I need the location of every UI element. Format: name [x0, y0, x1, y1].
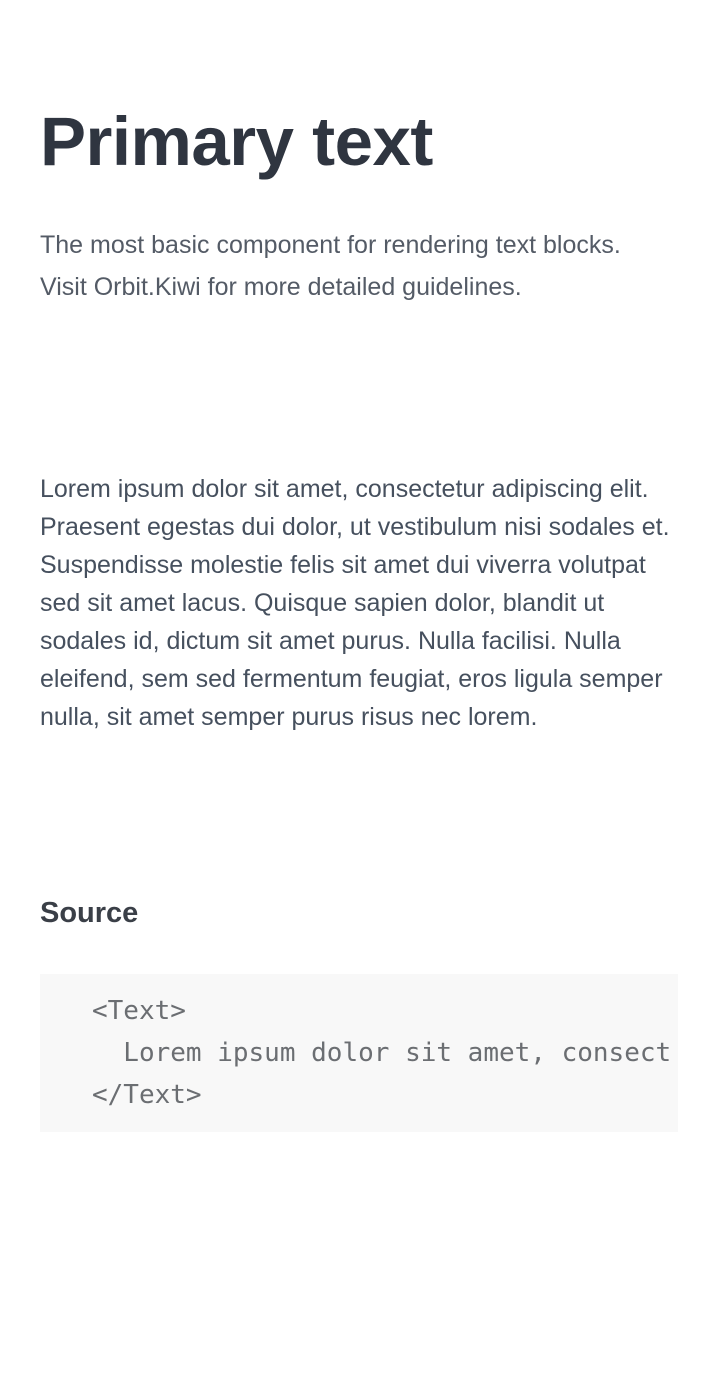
source-heading: Source: [40, 897, 139, 929]
source-code: <Text> Lorem ipsum dolor sit amet, conse…: [40, 974, 678, 1116]
code-line-close-tag: </Text>: [92, 1080, 202, 1110]
code-line-open-tag: <Text>: [92, 996, 186, 1026]
page-title: Primary text: [40, 103, 433, 180]
example-text-block: Lorem ipsum dolor sit amet, consectetur …: [40, 475, 670, 731]
code-line-content: Lorem ipsum dolor sit amet, consect: [92, 1038, 672, 1068]
source-code-block[interactable]: <Text> Lorem ipsum dolor sit amet, conse…: [40, 974, 678, 1132]
page-description: The most basic component for rendering t…: [40, 231, 621, 301]
